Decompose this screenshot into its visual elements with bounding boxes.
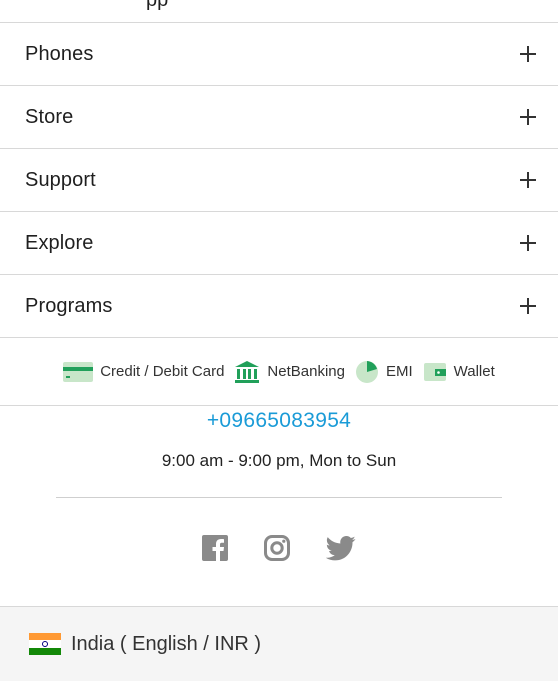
payment-wallet: Wallet <box>423 361 495 383</box>
accordion-label: Explore <box>25 231 94 254</box>
phone-link[interactable]: +09665083954 <box>207 409 351 433</box>
instagram-icon <box>264 535 290 561</box>
accordion-explore[interactable]: Explore <box>0 212 558 275</box>
social-links <box>0 533 558 563</box>
locale-footer[interactable]: India ( English / INR ) <box>0 606 558 681</box>
plus-icon[interactable] <box>520 109 536 125</box>
plus-icon[interactable] <box>520 298 536 314</box>
wallet-icon <box>423 362 446 381</box>
facebook-icon <box>202 535 228 561</box>
twitter-link[interactable] <box>326 535 356 561</box>
payment-label: Wallet <box>453 363 495 380</box>
contact-section: +09665083954 9:00 am - 9:00 pm, Mon to S… <box>0 406 558 563</box>
accordion-phones[interactable]: Phones <box>0 23 558 86</box>
accordion-support[interactable]: Support <box>0 149 558 212</box>
plus-icon[interactable] <box>520 46 536 62</box>
payment-label: NetBanking <box>267 363 345 380</box>
payment-label: Credit / Debit Card <box>100 363 225 380</box>
accordion-programs[interactable]: Programs <box>0 275 558 338</box>
partial-text: pp <box>146 0 169 11</box>
india-flag-icon <box>29 633 61 655</box>
previous-section-edge: pp <box>0 0 558 23</box>
payment-emi: EMI <box>355 360 413 384</box>
payment-label: EMI <box>385 363 413 380</box>
plus-icon[interactable] <box>520 172 536 188</box>
payment-methods: Credit / Debit Card NetBanking EMI Walle… <box>0 338 558 406</box>
accordion-label: Support <box>25 168 96 191</box>
payment-netbanking: NetBanking <box>234 360 345 384</box>
pie-chart-icon <box>355 360 378 383</box>
twitter-icon <box>326 535 356 560</box>
divider <box>56 497 502 498</box>
accordion-label: Phones <box>25 42 94 65</box>
instagram-link[interactable] <box>264 535 290 561</box>
plus-icon[interactable] <box>520 235 536 251</box>
footer-accordion: Phones Store Support Explore Programs <box>0 23 558 338</box>
credit-card-icon <box>63 361 94 382</box>
accordion-store[interactable]: Store <box>0 86 558 149</box>
accordion-label: Programs <box>25 294 113 317</box>
accordion-label: Store <box>25 105 74 128</box>
bank-icon <box>235 360 260 383</box>
support-hours: 9:00 am - 9:00 pm, Mon to Sun <box>161 451 397 470</box>
locale-selector[interactable]: India ( English / INR ) <box>71 633 261 656</box>
payment-card: Credit / Debit Card <box>63 361 225 382</box>
facebook-link[interactable] <box>202 535 228 561</box>
